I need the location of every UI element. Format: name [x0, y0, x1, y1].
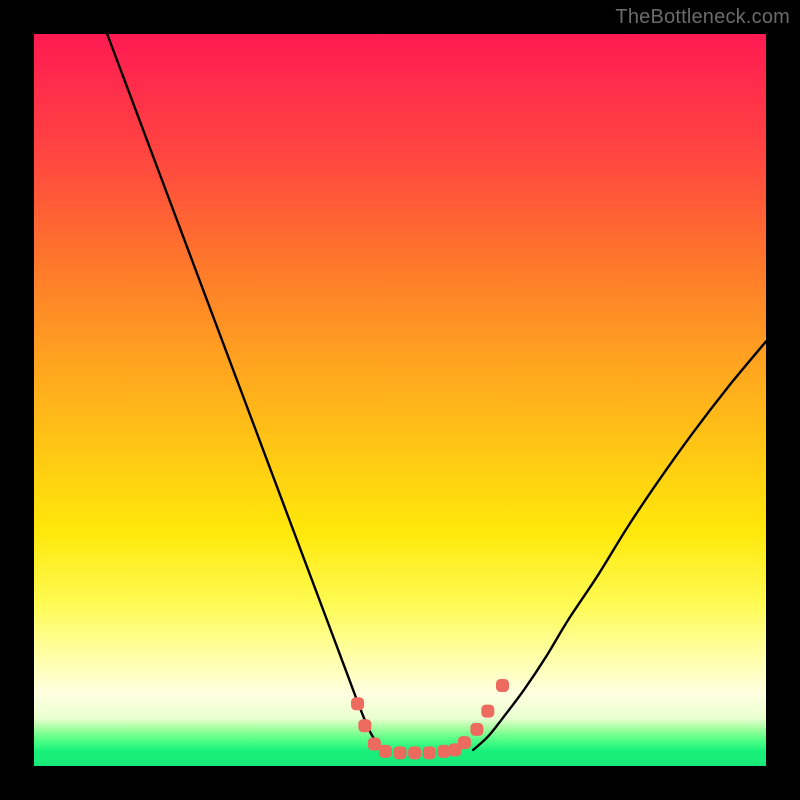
right-curve-path	[473, 341, 766, 749]
valley-marker	[470, 723, 483, 736]
valley-marker	[394, 746, 407, 759]
chart-svg	[34, 34, 766, 766]
watermark-text: TheBottleneck.com	[615, 6, 790, 29]
left-curve-path	[107, 34, 382, 750]
valley-marker	[481, 705, 494, 718]
valley-markers-group	[351, 679, 509, 759]
valley-marker	[358, 719, 371, 732]
valley-marker	[423, 746, 436, 759]
valley-marker	[496, 679, 509, 692]
valley-marker	[458, 736, 471, 749]
valley-marker	[351, 697, 364, 710]
valley-marker	[379, 745, 392, 758]
chart-frame: TheBottleneck.com	[0, 0, 800, 800]
valley-marker	[408, 746, 421, 759]
